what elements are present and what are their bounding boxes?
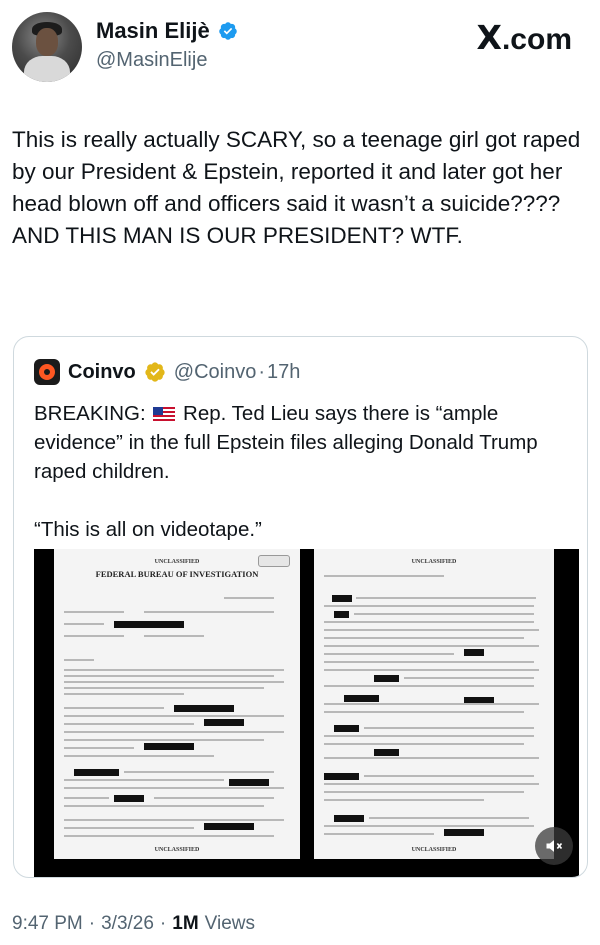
quoted-author-name[interactable]: Coinvo — [68, 361, 136, 384]
quoted-author-handle[interactable]: @Coinvo — [174, 361, 257, 384]
views-label: Views — [204, 913, 255, 934]
tweet-meta: 9:47 PM · 3/3/26 · 1M Views — [12, 913, 255, 935]
views-count[interactable]: 1M — [172, 913, 198, 935]
fbi-document-page-1: UNCLASSIFIED FEDERAL BUREAU OF INVESTIGA… — [54, 549, 300, 859]
mute-button[interactable] — [535, 827, 573, 865]
page2-header: UNCLASSIFIED — [411, 559, 457, 565]
avatar-body — [24, 56, 70, 82]
quoted-media-video[interactable]: UNCLASSIFIED FEDERAL BUREAU OF INVESTIGA… — [34, 549, 579, 877]
quoted-tweet-text: BREAKING: Rep. Ted Lieu says there is “a… — [34, 399, 574, 544]
author-name[interactable]: Masin Elijè — [96, 18, 210, 44]
tweet-time[interactable]: 9:47 PM — [12, 913, 83, 935]
page1-footer: UNCLASSIFIED — [154, 847, 200, 853]
author-handle[interactable]: @MasinElije — [96, 49, 207, 72]
avatar[interactable] — [12, 12, 82, 82]
meta-separator: · — [88, 913, 96, 934]
quoted-text-lead: BREAKING: — [34, 402, 146, 425]
quoted-tweet-header: Coinvo @Coinvo · 17h — [34, 359, 300, 385]
speaker-muted-icon — [546, 840, 563, 852]
tweet-date[interactable]: 3/3/26 — [101, 913, 154, 935]
fbi-document-page-2: UNCLASSIFIED UNCLASSIFIED — [314, 549, 554, 859]
quoted-text-second: “This is all on videotape.” — [34, 518, 262, 541]
coinvo-avatar-icon[interactable] — [34, 359, 60, 385]
document-stamp-icon — [258, 555, 290, 567]
page1-title: FEDERAL BUREAU OF INVESTIGATION — [95, 569, 259, 579]
x-logo[interactable]: X .com — [477, 18, 572, 57]
verified-badge-icon — [218, 22, 237, 40]
page2-footer: UNCLASSIFIED — [411, 847, 457, 853]
quoted-tweet-card[interactable]: Coinvo @Coinvo · 17h BREAKING: Rep. Ted Li… — [13, 336, 588, 878]
gold-verified-badge-icon — [145, 362, 165, 382]
quoted-time[interactable]: 17h — [267, 361, 300, 384]
avatar-face — [36, 28, 58, 56]
x-domain-text: .com — [501, 23, 572, 56]
meta-separator: · — [159, 913, 167, 934]
us-flag-icon — [153, 407, 176, 421]
author-name-row[interactable]: Masin Elijè — [96, 18, 238, 44]
quoted-separator: · — [258, 360, 266, 383]
tweet-text: This is really actually SCARY, so a teen… — [12, 127, 581, 248]
x-logo-icon: X — [476, 18, 502, 57]
